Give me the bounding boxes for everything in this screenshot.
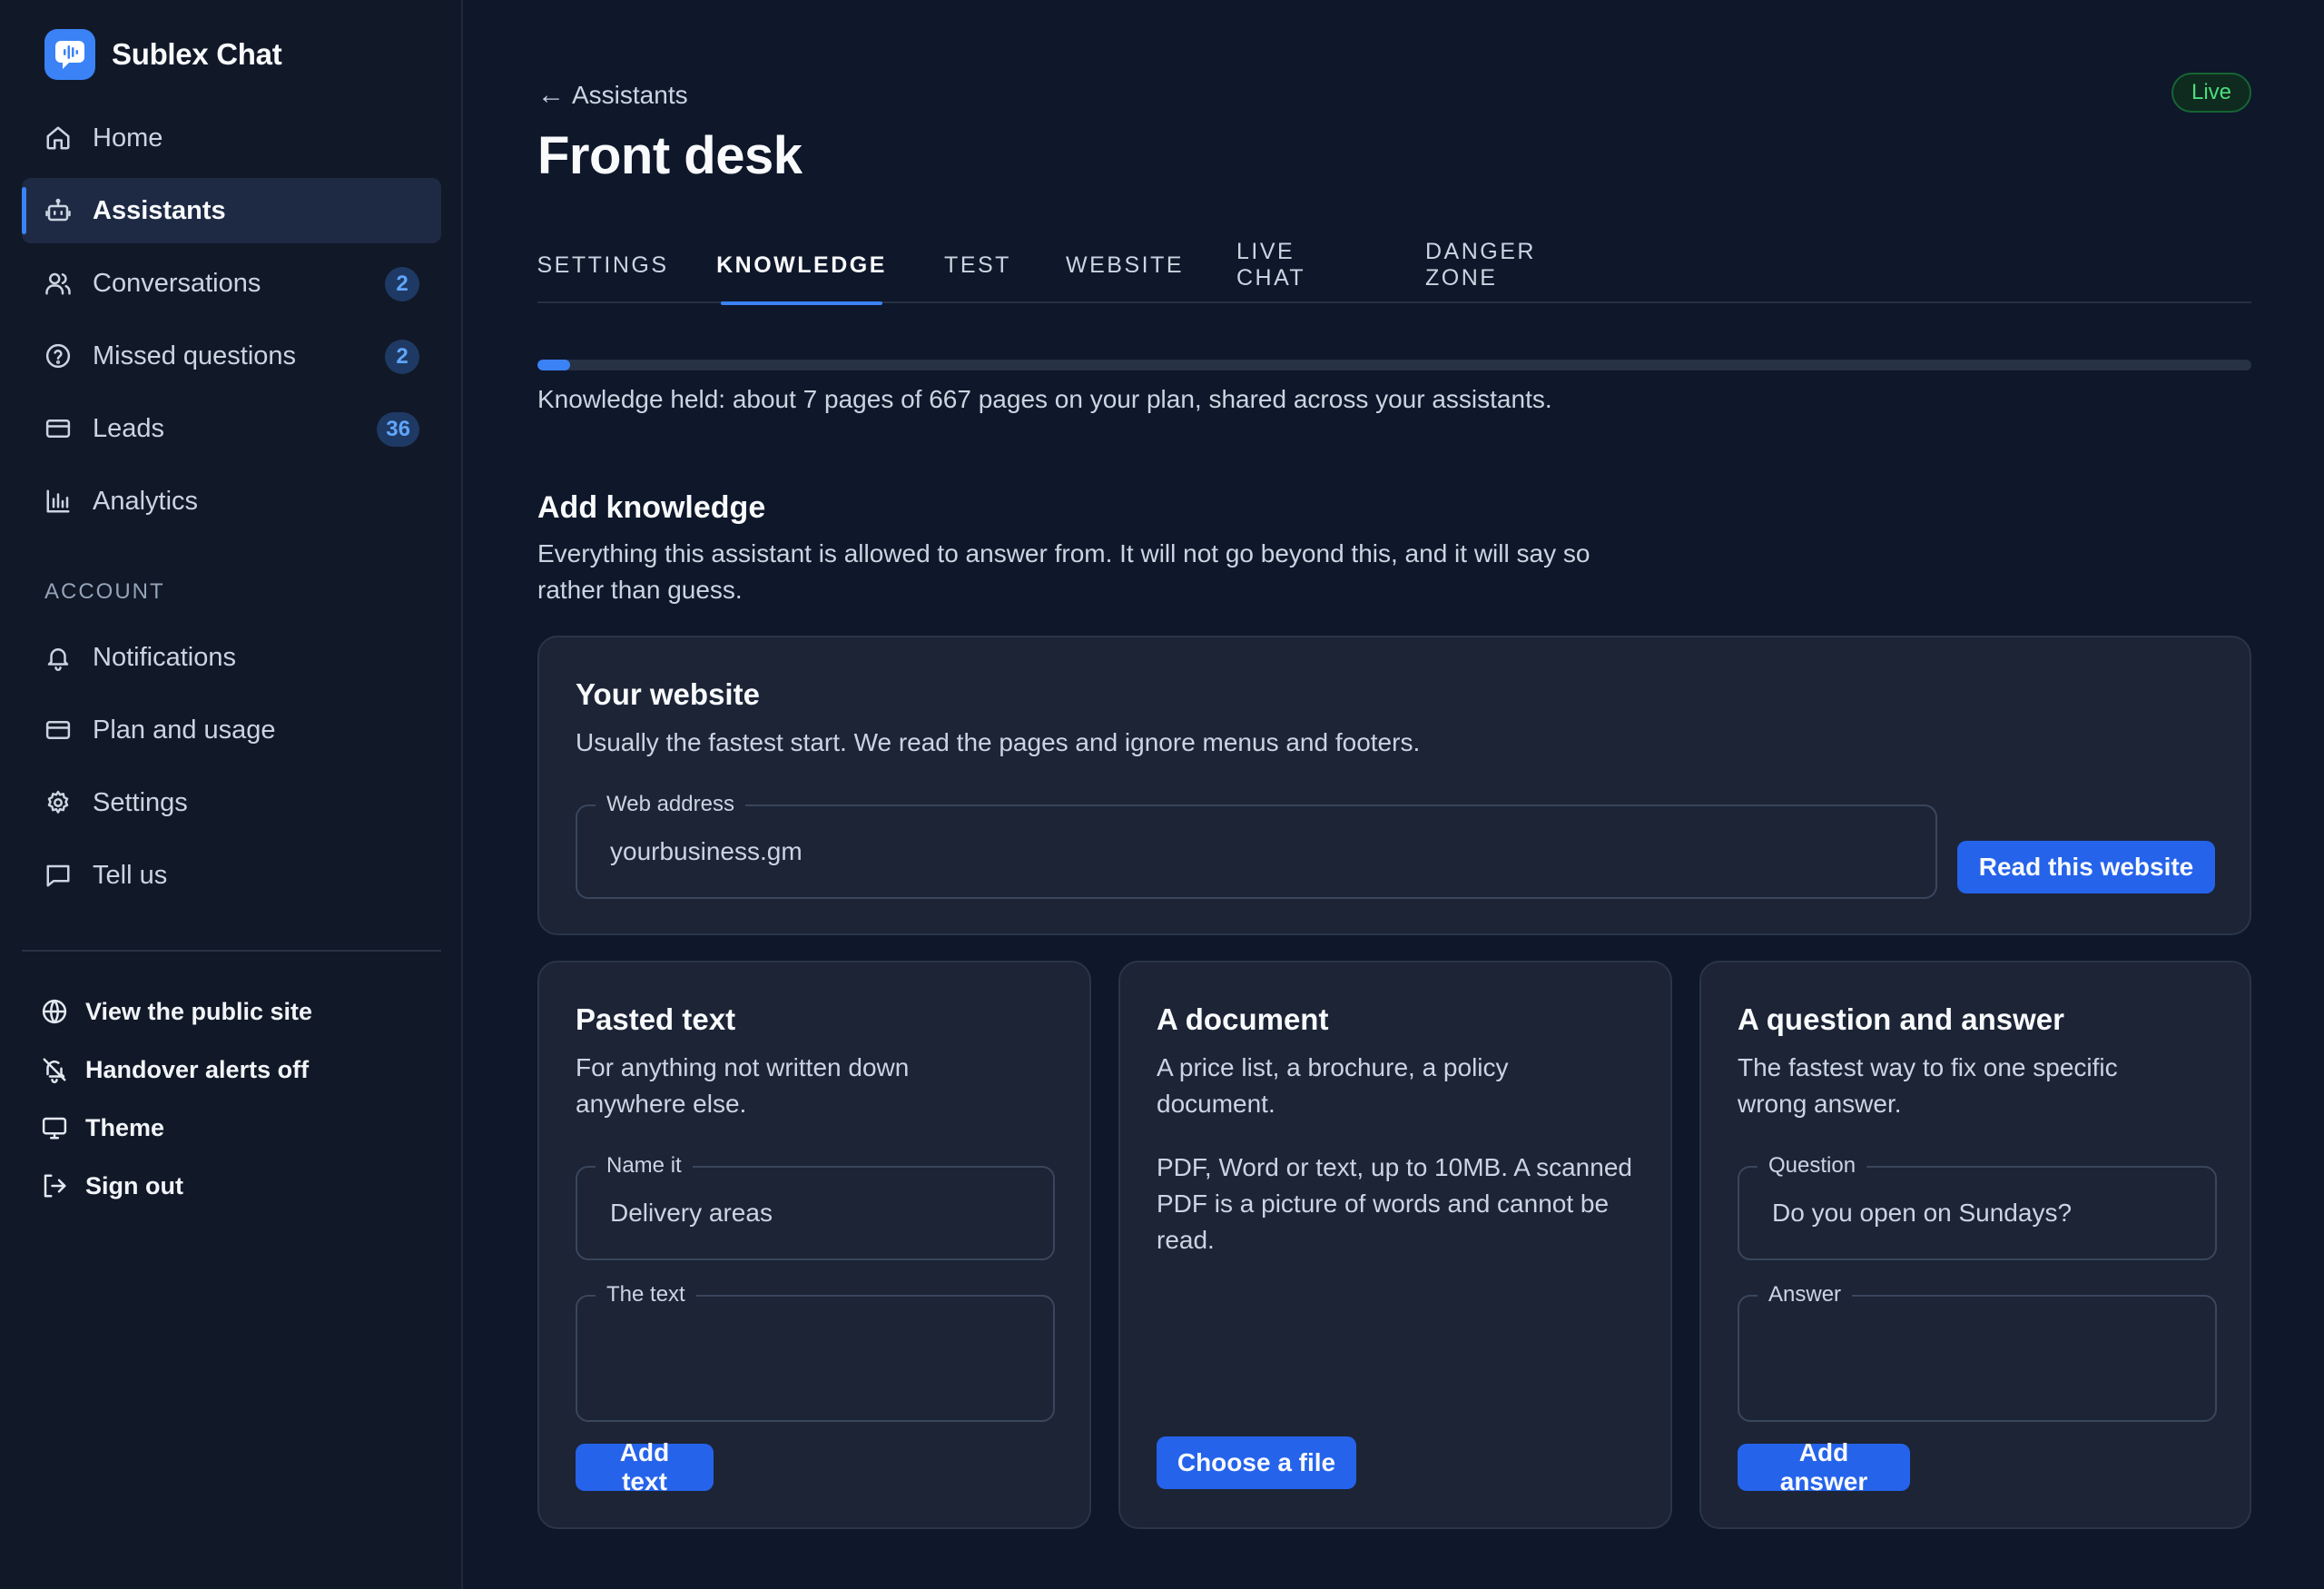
field-label: The text [596, 1280, 696, 1309]
footer-link-label: Handover alerts off [85, 1055, 310, 1083]
sidebar-divider [22, 950, 441, 952]
users-icon [44, 269, 73, 298]
card-description: A price list, a brochure, a policy docum… [1157, 1053, 1509, 1118]
sidebar-item-plan-and-usage[interactable]: Plan and usage [22, 697, 441, 763]
sidebar-item-label: Leads [93, 413, 165, 443]
bot-icon [44, 196, 73, 225]
document-card: A document A price list, a brochure, a p… [1118, 961, 1672, 1529]
gear-icon [44, 788, 73, 817]
brand[interactable]: Sublex Chat [44, 29, 282, 80]
sidebar-item-label: Home [93, 123, 163, 153]
card-title: Your website [576, 677, 760, 711]
sidebar-item-settings[interactable]: Settings [22, 770, 441, 835]
sidebar-item-leads[interactable]: Leads 36 [22, 396, 441, 461]
read-website-button[interactable]: Read this website [1957, 841, 2215, 893]
sidebar-item-notifications[interactable]: Notifications [22, 625, 441, 690]
pasted-text-card: Pasted text For anything not written dow… [537, 961, 1091, 1529]
sidebar-item-analytics[interactable]: Analytics [22, 469, 441, 534]
bar-chart-icon [44, 487, 73, 516]
app-name: Sublex Chat [112, 37, 282, 71]
add-text-button[interactable]: Add text [576, 1438, 714, 1495]
back-label: Assistants [572, 81, 688, 109]
sidebar-item-label: Settings [93, 787, 188, 817]
home-icon [44, 123, 73, 153]
logout-icon [40, 1171, 69, 1200]
globe-icon [40, 997, 69, 1026]
help-circle-icon [44, 341, 73, 370]
bell-off-icon [40, 1055, 69, 1084]
choose-file-button[interactable]: Choose a file [1157, 1436, 1356, 1489]
web-address-input[interactable]: yourbusiness.gm [610, 806, 803, 897]
sidebar-item-label: Tell us [93, 860, 168, 890]
theme-toggle[interactable]: Theme [40, 1099, 439, 1157]
card-icon [44, 716, 73, 745]
footer-link-label: View the public site [85, 997, 313, 1025]
document-note: PDF, Word or text, up to 10MB. A scanned… [1157, 1153, 1632, 1254]
field-label: Answer [1758, 1280, 1853, 1309]
count-badge: 2 [385, 267, 419, 301]
sidebar-item-home[interactable]: Home [22, 105, 441, 171]
add-knowledge-description: Everything this assistant is allowed to … [537, 539, 1590, 604]
usage-progress-fill [537, 360, 570, 370]
card-title: Pasted text [576, 1002, 736, 1036]
card-title: A question and answer [1738, 1002, 2065, 1036]
main-nav: Home Assistants Conversations 2 Missed q… [22, 105, 441, 541]
tab-website[interactable]: WEBSITE [1066, 227, 1184, 303]
card-description: The fastest way to fix one specific wron… [1738, 1053, 2118, 1118]
usage-progress-bar [537, 360, 2251, 370]
tab-live-chat[interactable]: LIVE CHAT [1236, 227, 1369, 303]
card-description: For anything not written down anywhere e… [576, 1053, 910, 1118]
card-icon [44, 414, 73, 443]
handover-alerts-toggle[interactable]: Handover alerts off [40, 1041, 439, 1099]
sidebar-item-missed-questions[interactable]: Missed questions 2 [22, 323, 441, 389]
footer-link-label: Theme [85, 1113, 165, 1141]
name-it-input[interactable]: Delivery areas [610, 1168, 773, 1258]
website-card: Your website Usually the fastest start. … [537, 636, 2251, 935]
card-description: Usually the fastest start. We read the p… [576, 728, 1421, 756]
sidebar-item-label: Analytics [93, 486, 199, 516]
tab-test[interactable]: TEST [942, 227, 1013, 303]
monitor-icon [40, 1113, 69, 1142]
status-badge: Live [2171, 73, 2251, 113]
web-address-field[interactable]: Web address yourbusiness.gm [576, 790, 1937, 899]
sign-out-link[interactable]: Sign out [40, 1157, 439, 1215]
add-answer-button[interactable]: Add answer [1738, 1438, 1910, 1495]
sidebar-item-conversations[interactable]: Conversations 2 [22, 251, 441, 316]
arrow-left-icon: ← [537, 80, 565, 110]
sidebar-item-label: Notifications [93, 642, 236, 672]
count-badge: 36 [377, 412, 419, 447]
tab-knowledge[interactable]: KNOWLEDGE [716, 227, 884, 305]
answer-field[interactable]: Answer [1738, 1280, 2217, 1422]
add-knowledge-heading: Add knowledge [537, 490, 766, 525]
page-title: Front desk [537, 126, 803, 185]
tab-danger-zone[interactable]: DANGER ZONE [1425, 227, 1610, 303]
footer-link-label: Sign out [85, 1171, 183, 1199]
bell-icon [44, 643, 73, 672]
sidebar: Sublex Chat Home Assistants Conversation… [0, 0, 463, 1589]
question-answer-card: A question and answer The fastest way to… [1699, 961, 2251, 1529]
account-section-label: ACCOUNT [44, 579, 165, 604]
sidebar-item-tell-us[interactable]: Tell us [22, 843, 441, 908]
the-text-field[interactable]: The text [576, 1280, 1055, 1422]
message-icon [44, 861, 73, 890]
back-link[interactable]: ← Assistants [537, 80, 688, 111]
sidebar-item-label: Conversations [93, 268, 261, 298]
account-nav: Notifications Plan and usage Settings Te… [22, 625, 441, 915]
tab-bar: SETTINGS KNOWLEDGE TEST WEBSITE LIVE CHA… [537, 227, 2251, 305]
tab-settings[interactable]: SETTINGS [537, 227, 667, 303]
sidebar-item-label: Missed questions [93, 340, 297, 370]
sidebar-item-assistants[interactable]: Assistants [22, 178, 441, 243]
sidebar-footer: View the public site Handover alerts off… [40, 982, 439, 1215]
sidebar-item-label: Assistants [93, 195, 226, 225]
card-title: A document [1157, 1002, 1329, 1036]
question-input[interactable]: Do you open on Sundays? [1772, 1168, 2072, 1258]
sublex-logo-icon [44, 29, 95, 80]
count-badge: 2 [385, 340, 419, 374]
question-field[interactable]: Question Do you open on Sundays? [1738, 1151, 2217, 1260]
usage-text: Knowledge held: about 7 pages of 667 pag… [537, 385, 1552, 413]
main-content: ← Assistants Front desk Live SETTINGS KN… [537, 0, 2251, 1589]
view-public-site-link[interactable]: View the public site [40, 982, 439, 1041]
sidebar-item-label: Plan and usage [93, 715, 276, 745]
name-it-field[interactable]: Name it Delivery areas [576, 1151, 1055, 1260]
